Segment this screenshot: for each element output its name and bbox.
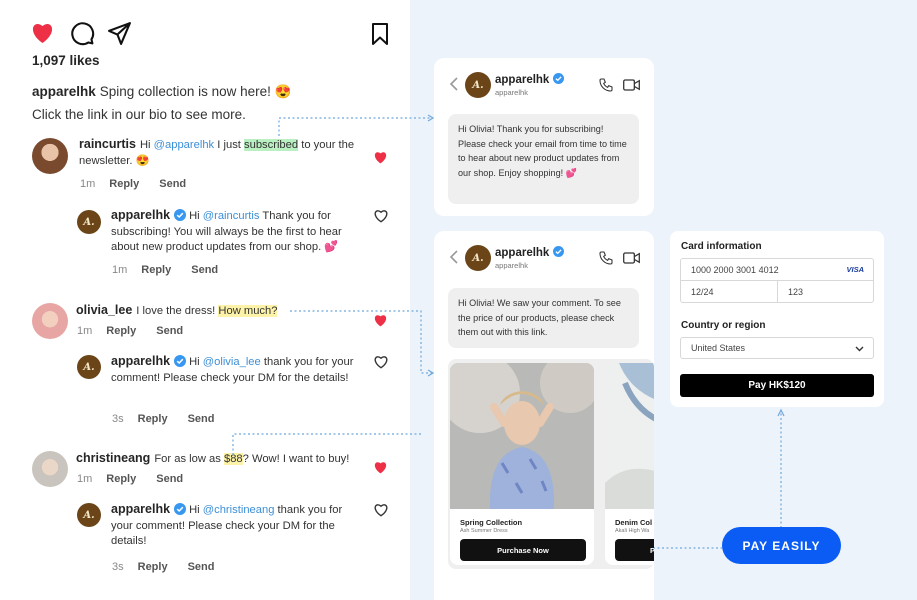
dm-contact-handle: apparelhk [495, 261, 528, 270]
card-expiry-field[interactable]: 12/24 [680, 280, 778, 303]
purchase-now-button[interactable]: P [615, 539, 654, 561]
card-cvc-field[interactable]: 123 [777, 280, 874, 303]
product-title: Spring Collection [460, 518, 523, 527]
dm-message-bubble: Hi Olivia! We saw your comment. To see t… [448, 288, 639, 348]
product-carousel: Spring Collection Ash Summer Dress Purch… [448, 359, 654, 569]
verified-badge-icon [552, 246, 564, 257]
dm-contact-name: apparelhk [495, 246, 564, 259]
dm-thread-subscription: A. apparelhk apparelhk Hi Olivia! Thank … [434, 58, 654, 216]
verified-badge-icon [552, 73, 564, 84]
country-select[interactable]: United States [680, 337, 874, 359]
product-subtitle: Akali High Wa [615, 528, 650, 534]
dm-thread-price: A. apparelhk apparelhk Hi Olivia! We saw… [434, 231, 654, 600]
visa-logo: VISA [846, 265, 864, 274]
dm-message-bubble: Hi Olivia! Thank you for subscribing! Pl… [448, 114, 639, 204]
pay-easily-button[interactable]: PAY EASILY [722, 527, 841, 564]
product-photo [605, 363, 654, 509]
dm-avatar: A. [465, 72, 491, 98]
product-title: Denim Col [615, 518, 653, 527]
dm-contact-name: apparelhk [495, 73, 564, 86]
card-information-label: Card information [681, 241, 762, 252]
product-card[interactable]: Spring Collection Ash Summer Dress Purch… [450, 363, 594, 565]
phone-icon[interactable] [598, 77, 614, 93]
pay-button[interactable]: Pay HK$120 [680, 374, 874, 397]
dm-avatar: A. [465, 245, 491, 271]
purchase-now-button[interactable]: Purchase Now [460, 539, 586, 561]
back-chevron-icon[interactable] [449, 77, 459, 91]
country-region-label: Country or region [681, 320, 766, 331]
product-photo [450, 363, 594, 509]
back-chevron-icon[interactable] [449, 250, 459, 264]
phone-icon[interactable] [598, 250, 614, 266]
video-call-icon[interactable] [623, 78, 640, 92]
product-subtitle: Ash Summer Dress [460, 528, 508, 534]
chevron-down-icon [855, 346, 864, 352]
video-call-icon[interactable] [623, 251, 640, 265]
product-card[interactable]: Denim Col Akali High Wa P [605, 363, 654, 565]
dm-contact-handle: apparelhk [495, 88, 528, 97]
card-number-field[interactable]: 1000 2000 3001 4012 VISA [680, 258, 874, 281]
checkout-card: Card information 1000 2000 3001 4012 VIS… [670, 231, 884, 407]
